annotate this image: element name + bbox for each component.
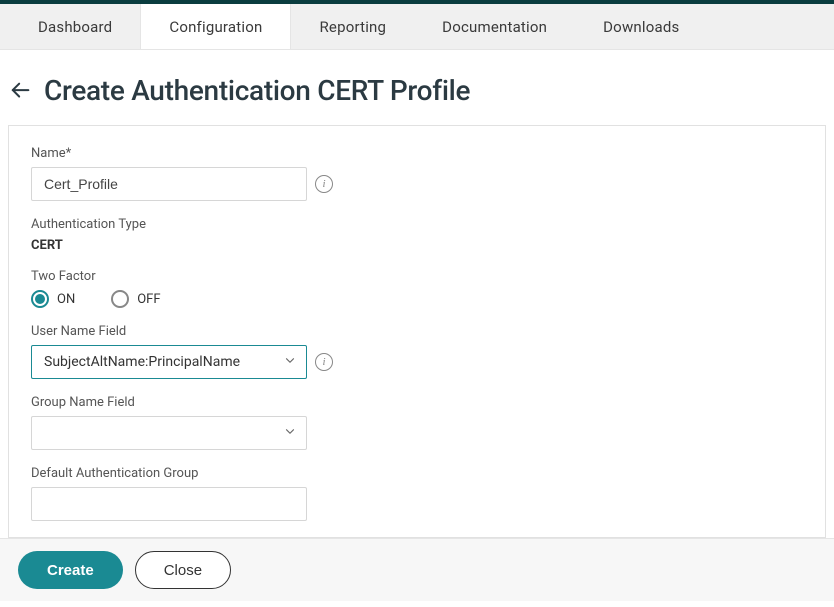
username-field-label: User Name Field	[31, 324, 803, 339]
field-two-factor: Two Factor ON OFF	[31, 269, 803, 308]
radio-label-on: ON	[57, 292, 75, 307]
field-group-name-field: Group Name Field	[31, 395, 803, 450]
auth-type-label: Authentication Type	[31, 217, 803, 232]
field-username-field: User Name Field SubjectAltName:Principal…	[31, 324, 803, 379]
tab-configuration[interactable]: Configuration	[140, 4, 291, 49]
tab-documentation[interactable]: Documentation	[414, 4, 575, 49]
radio-label-off: OFF	[137, 292, 160, 307]
default-auth-group-label: Default Authentication Group	[31, 466, 803, 481]
two-factor-on[interactable]: ON	[31, 290, 75, 308]
tab-reporting[interactable]: Reporting	[291, 4, 414, 49]
auth-type-value: CERT	[31, 238, 803, 253]
create-button[interactable]: Create	[18, 551, 123, 589]
back-arrow-icon[interactable]	[10, 80, 32, 102]
page-header: Create Authentication CERT Profile	[0, 50, 834, 125]
two-factor-off[interactable]: OFF	[111, 290, 160, 308]
name-input[interactable]	[31, 167, 307, 201]
tab-downloads[interactable]: Downloads	[575, 4, 707, 49]
info-icon[interactable]: i	[315, 353, 333, 371]
radio-icon	[111, 290, 129, 308]
two-factor-label: Two Factor	[31, 269, 803, 284]
field-default-auth-group: Default Authentication Group	[31, 466, 803, 521]
main-tabs: Dashboard Configuration Reporting Docume…	[0, 4, 834, 50]
group-name-field-select[interactable]	[31, 416, 307, 450]
page-title: Create Authentication CERT Profile	[44, 74, 470, 107]
info-icon[interactable]: i	[315, 175, 333, 193]
close-button[interactable]: Close	[135, 551, 231, 589]
form-panel: Name* i Authentication Type CERT Two Fac…	[8, 125, 826, 538]
radio-icon	[31, 290, 49, 308]
default-auth-group-input[interactable]	[31, 487, 307, 521]
footer-bar: Create Close	[0, 538, 834, 601]
username-field-select[interactable]: SubjectAltName:PrincipalName	[31, 345, 307, 379]
tab-dashboard[interactable]: Dashboard	[10, 4, 140, 49]
group-name-field-label: Group Name Field	[31, 395, 803, 410]
field-auth-type: Authentication Type CERT	[31, 217, 803, 253]
field-name: Name* i	[31, 146, 803, 201]
username-field-value: SubjectAltName:PrincipalName	[44, 354, 240, 370]
name-label: Name*	[31, 146, 803, 161]
